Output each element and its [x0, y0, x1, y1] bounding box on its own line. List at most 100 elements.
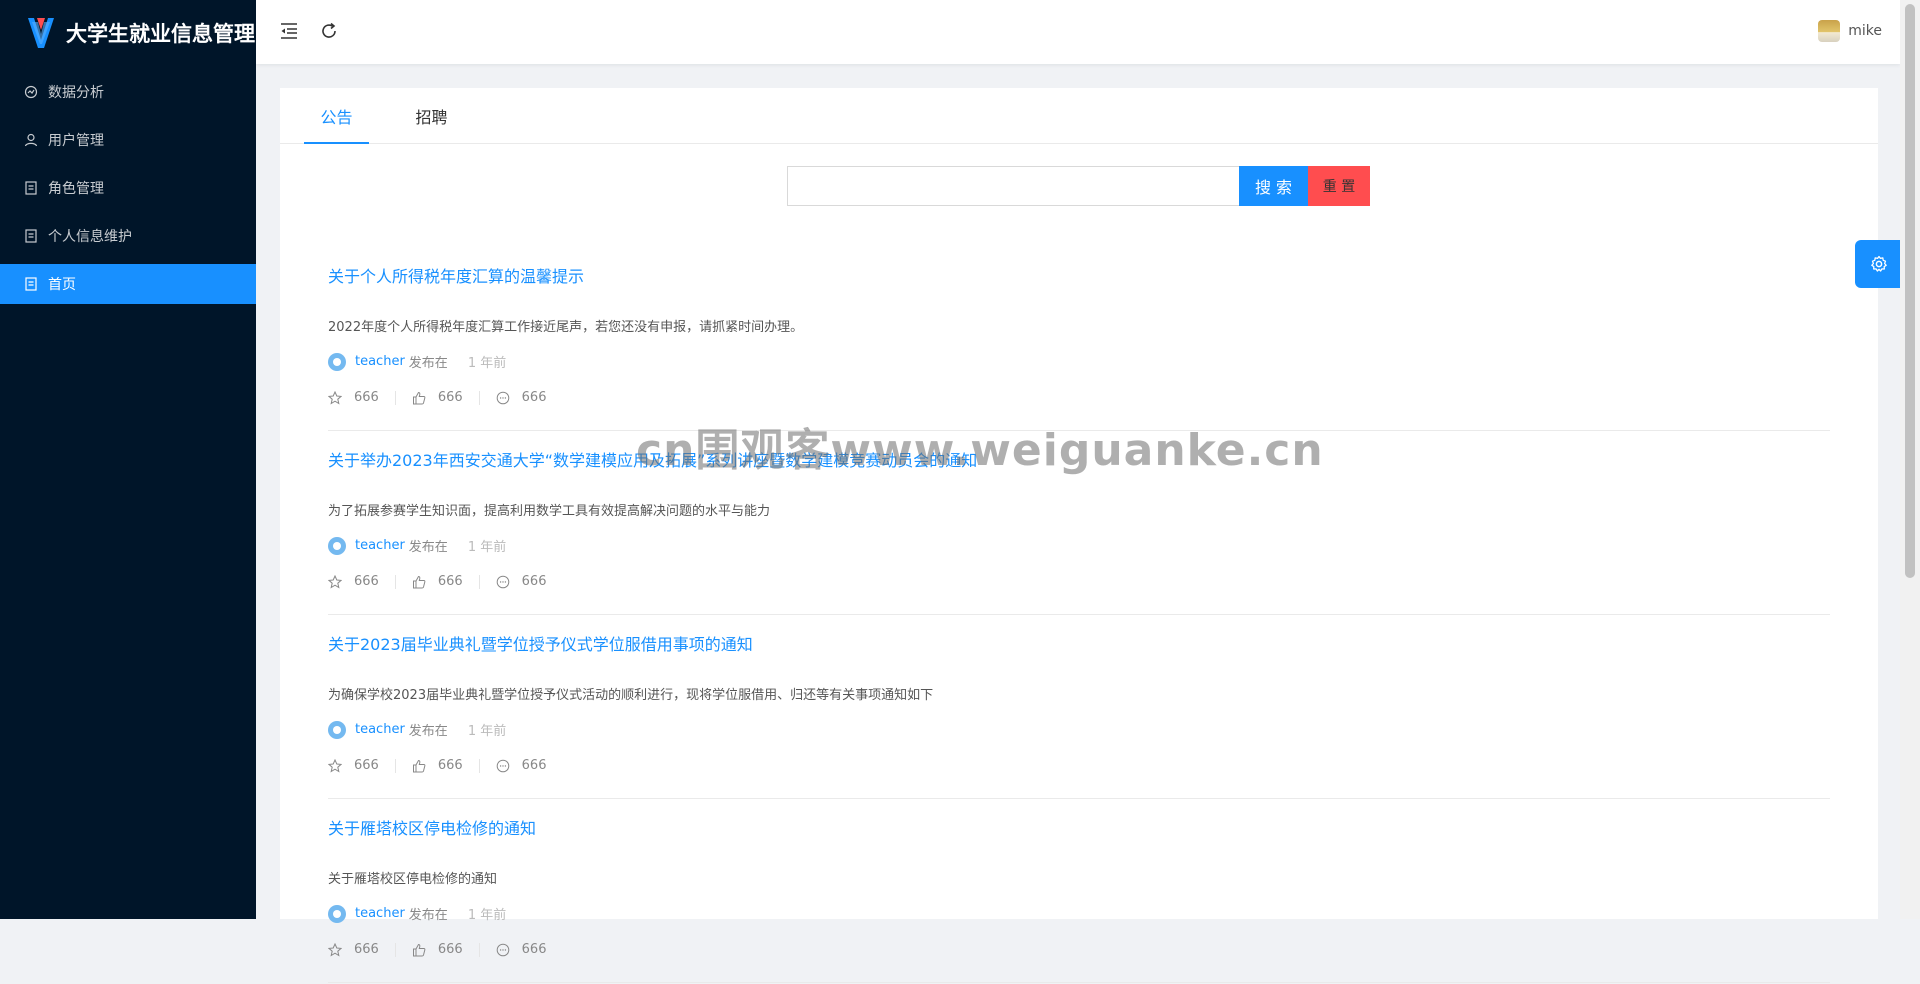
sidebar-item-label: 数据分析 — [48, 85, 104, 101]
gear-icon — [1871, 255, 1887, 272]
like-action[interactable]: 666 — [412, 390, 463, 405]
sidebar-item-label: 角色管理 — [48, 181, 104, 197]
divider — [478, 574, 480, 589]
sidebar: 大学生就业信息管理 数据分析 用户管理 角色管理 个人信息维护 首页 — [0, 0, 256, 919]
announcement-meta: teacher 发布在 1 年前 — [328, 720, 506, 739]
published-label: 发布在 — [408, 540, 448, 555]
divider — [478, 942, 480, 957]
star-action[interactable]: 666 — [328, 758, 379, 773]
list-item: 关于个人所得税年度汇算的温馨提示 2022年度个人所得税年度汇算工作接近尾声，若… — [328, 248, 1830, 431]
settings-button[interactable] — [1855, 240, 1903, 288]
published-label: 发布在 — [408, 356, 448, 371]
comment-action[interactable]: 666 — [496, 390, 547, 405]
app-title: 大学生就业信息管理 — [66, 22, 255, 46]
like-action[interactable]: 666 — [412, 574, 463, 589]
comment-count: 666 — [521, 758, 547, 773]
user-icon — [24, 133, 38, 147]
sidebar-item-home[interactable]: 首页 — [0, 264, 256, 304]
tab-bar: 公告 招聘 — [280, 88, 1878, 144]
author-avatar-icon — [328, 904, 346, 923]
star-count: 666 — [354, 390, 379, 405]
published-time: 1 年前 — [467, 908, 507, 923]
comment-icon — [496, 759, 509, 772]
author-link[interactable]: teacher — [355, 722, 405, 737]
announcement-title[interactable]: 关于雁塔校区停电检修的通知 — [328, 815, 536, 839]
tab-announcements[interactable]: 公告 — [304, 88, 369, 144]
menu-fold-icon[interactable] — [278, 20, 300, 42]
header: mike — [256, 0, 1900, 64]
sidebar-item-user-management[interactable]: 用户管理 — [0, 120, 256, 160]
list-item: 关于举办2023年西安交通大学“数学建模应用及拓展”系列讲座暨数学建模竞赛动员会… — [328, 432, 1830, 615]
star-icon — [328, 574, 342, 589]
announcement-meta: teacher 发布在 1 年前 — [328, 904, 506, 923]
announcement-actions: 666 666 666 — [328, 390, 546, 405]
announcement-meta: teacher 发布在 1 年前 — [328, 536, 506, 555]
star-action[interactable]: 666 — [328, 390, 379, 405]
like-count: 666 — [437, 574, 463, 589]
author-avatar-icon — [328, 536, 346, 555]
author-avatar-icon — [328, 720, 346, 739]
chart-icon — [24, 85, 38, 99]
announcement-title[interactable]: 关于2023届毕业典礼暨学位授予仪式学位服借用事项的通知 — [328, 631, 753, 655]
announcement-title[interactable]: 关于个人所得税年度汇算的温馨提示 — [328, 263, 584, 287]
author-link[interactable]: teacher — [355, 354, 405, 369]
announcement-description: 为确保学校2023届毕业典礼暨学位授予仪式活动的顺利进行，现将学位服借用、归还等… — [328, 688, 934, 703]
sidebar-item-data-analysis[interactable]: 数据分析 — [0, 72, 256, 112]
announcement-description: 为了拓展参赛学生知识面，提高利用数学工具有效提高解决问题的水平与能力 — [328, 504, 771, 519]
star-count: 666 — [354, 758, 379, 773]
comment-icon — [496, 391, 509, 404]
like-action[interactable]: 666 — [412, 942, 463, 957]
list-item: 关于雁塔校区停电检修的通知 关于雁塔校区停电检修的通知 teacher 发布在 … — [328, 800, 1830, 983]
user-menu[interactable]: mike — [1818, 20, 1882, 42]
like-icon — [412, 759, 426, 772]
document-icon — [24, 181, 38, 195]
star-icon — [328, 942, 342, 957]
star-action[interactable]: 666 — [328, 574, 379, 589]
like-count: 666 — [437, 942, 463, 957]
logo[interactable]: 大学生就业信息管理 — [0, 0, 256, 66]
announcement-actions: 666 666 666 — [328, 574, 546, 589]
like-count: 666 — [437, 390, 463, 405]
sidebar-item-label: 首页 — [48, 277, 76, 293]
search-input[interactable] — [787, 166, 1239, 206]
logo-icon — [28, 18, 54, 48]
comment-action[interactable]: 666 — [496, 758, 547, 773]
main-card: 公告 招聘 搜 索 重 置 关于个人所得税年度汇算的温馨提示 2022年度个人所… — [280, 88, 1878, 983]
author-link[interactable]: teacher — [355, 538, 405, 553]
list-item: 关于2023届毕业典礼暨学位授予仪式学位服借用事项的通知 为确保学校2023届毕… — [328, 616, 1830, 799]
like-icon — [412, 575, 426, 588]
page-scrollbar[interactable] — [1900, 0, 1920, 919]
divider — [478, 390, 480, 405]
tab-recruitment[interactable]: 招聘 — [399, 88, 464, 143]
sidebar-item-label: 用户管理 — [48, 133, 104, 149]
comment-action[interactable]: 666 — [496, 942, 547, 957]
announcement-actions: 666 666 666 — [328, 942, 546, 957]
sidebar-item-role-management[interactable]: 角色管理 — [0, 168, 256, 208]
comment-count: 666 — [521, 390, 547, 405]
comment-action[interactable]: 666 — [496, 574, 547, 589]
like-icon — [412, 943, 426, 956]
comment-count: 666 — [521, 574, 547, 589]
reset-button[interactable]: 重 置 — [1308, 166, 1370, 206]
divider — [394, 574, 396, 589]
star-icon — [328, 758, 342, 773]
search-button[interactable]: 搜 索 — [1239, 166, 1308, 206]
published-time: 1 年前 — [467, 724, 507, 739]
published-time: 1 年前 — [467, 540, 507, 555]
star-count: 666 — [354, 942, 379, 957]
published-time: 1 年前 — [467, 356, 507, 371]
like-action[interactable]: 666 — [412, 758, 463, 773]
announcement-description: 2022年度个人所得税年度汇算工作接近尾声，若您还没有申报，请抓紧时间办理。 — [328, 320, 804, 335]
sidebar-item-profile[interactable]: 个人信息维护 — [0, 216, 256, 256]
avatar — [1818, 20, 1841, 42]
comment-count: 666 — [521, 942, 547, 957]
announcement-title[interactable]: 关于举办2023年西安交通大学“数学建模应用及拓展”系列讲座暨数学建模竞赛动员会… — [328, 447, 977, 471]
star-action[interactable]: 666 — [328, 942, 379, 957]
scrollbar-thumb[interactable] — [1905, 4, 1915, 578]
divider — [394, 390, 396, 405]
published-label: 发布在 — [408, 908, 448, 923]
published-label: 发布在 — [408, 724, 448, 739]
like-icon — [412, 391, 426, 404]
refresh-icon[interactable] — [318, 20, 340, 42]
sidebar-item-label: 个人信息维护 — [48, 229, 132, 245]
